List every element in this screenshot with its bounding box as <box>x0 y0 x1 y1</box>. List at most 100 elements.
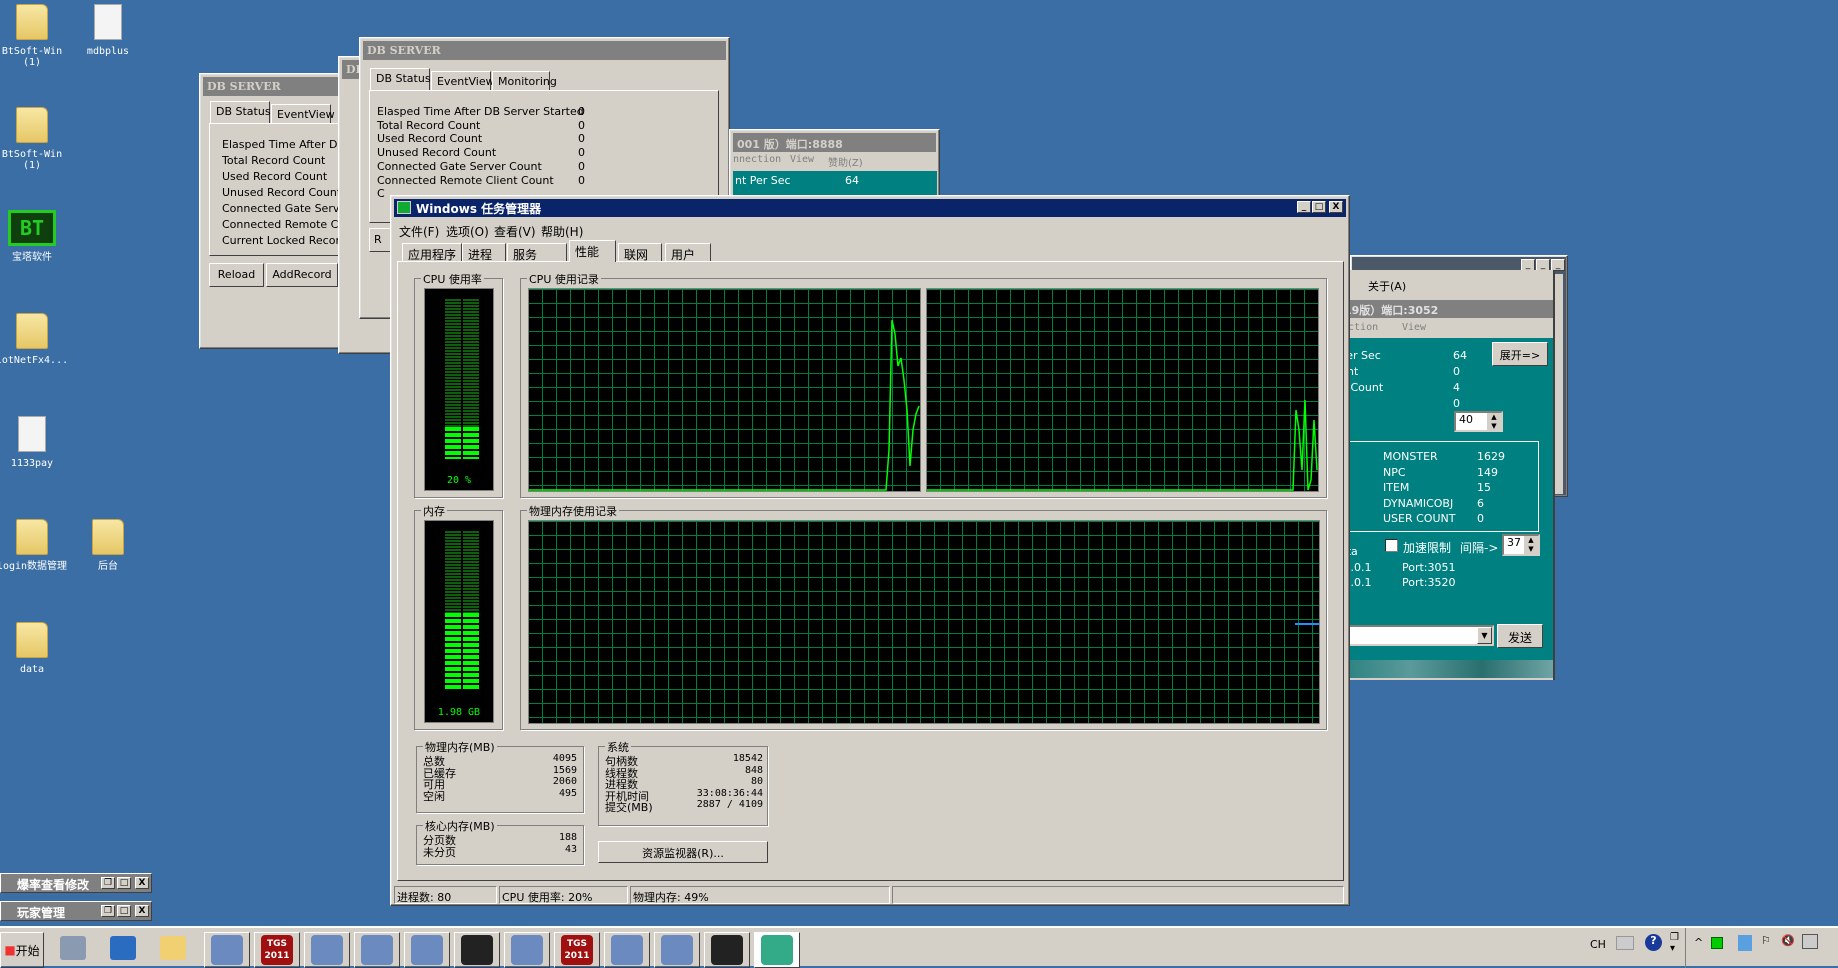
desktop-icon-label: BtSoft-Win (1) <box>1 46 63 68</box>
start-button[interactable]: ■ 开始 <box>0 932 44 968</box>
db-server-window-back[interactable]: DB SERVER DB Status EventView Elasped Ti… <box>199 73 362 349</box>
stat-label: nt Per Sec <box>735 174 791 187</box>
taskbar-button[interactable] <box>704 932 750 968</box>
expand-button[interactable]: 展开=> <box>1492 342 1548 366</box>
restore-button[interactable]: ❐ <box>101 905 115 917</box>
desktop-icon[interactable]: mdbplus <box>70 4 146 57</box>
tab-db-status[interactable]: DB Status <box>370 68 431 90</box>
desktop-icon[interactable]: data <box>0 622 70 675</box>
tab-2[interactable]: 服务 <box>507 243 567 262</box>
taskbar-button[interactable] <box>304 932 350 968</box>
cpu-history-group: CPU 使用记录 <box>520 271 1327 498</box>
desktop-icon-label: 宝塔软件 <box>12 252 52 263</box>
taskbar-button[interactable] <box>654 932 700 968</box>
taskbar-button[interactable] <box>454 932 500 968</box>
group-label: 内存 <box>421 503 447 519</box>
task-manager-window[interactable]: Windows 任务管理器 _ □ X 文件(F) 选项(O) 查看(V) 帮助(H)… <box>390 195 1350 906</box>
tab-db-status[interactable]: DB Status <box>210 101 271 123</box>
desktop-icon[interactable]: BtSoft-Win (1) <box>0 107 70 171</box>
taskbar-button[interactable] <box>504 932 550 968</box>
reload-button[interactable]: Reload <box>209 263 264 287</box>
speed-limit-checkbox[interactable] <box>1385 539 1398 552</box>
server-manager-icon[interactable] <box>60 936 86 960</box>
close-button[interactable]: X <box>135 877 149 889</box>
menu-about[interactable]: 关于(A) <box>1368 278 1406 294</box>
window-title: 19版）端口:3052 <box>1340 300 1553 318</box>
close-button[interactable]: X <box>1329 201 1343 213</box>
tab-5[interactable]: 用户 <box>665 243 711 262</box>
history-series-line <box>529 319 920 491</box>
app-disc-icon <box>211 935 243 965</box>
minimized-window-drop-rate[interactable]: 爆率查看修改 ❐ □ X <box>0 873 152 893</box>
menu-item[interactable]: 文件(F) <box>399 223 439 240</box>
network-icon[interactable] <box>1802 934 1818 949</box>
menu-sponsor[interactable]: 赞助(Z) <box>828 154 863 169</box>
gate-server-window[interactable]: 001 版）端口:8888 nnection View 赞助(Z) nt Per… <box>729 129 940 199</box>
taskbar-button[interactable]: TGS 2011 <box>254 932 300 968</box>
taskbar-button[interactable] <box>604 932 650 968</box>
desktop-icon[interactable]: BtSoft-Win (1) <box>0 4 70 68</box>
dropdown-arrow-icon[interactable]: ▼ <box>1477 627 1492 644</box>
status-memory: 物理内存: 49% <box>630 886 890 904</box>
maximize-button[interactable]: □ <box>117 905 131 917</box>
taskbar-button[interactable] <box>404 932 450 968</box>
action-center-flag-icon[interactable]: ⚐ <box>1761 934 1771 947</box>
command-combobox[interactable]: ▼ <box>1340 625 1494 646</box>
menu-connection[interactable]: nnection <box>733 154 781 165</box>
tgs-2011-icon: TGS 2011 <box>261 935 293 965</box>
rate-spinbox[interactable]: 40 ▲ ▼ <box>1454 411 1503 432</box>
desktop-icon[interactable]: 1133pay <box>0 416 70 469</box>
taskbar-button[interactable]: TGS 2011 <box>554 932 600 968</box>
windows-update-icon[interactable] <box>1738 935 1752 951</box>
menu-view[interactable]: View <box>790 154 814 165</box>
info-value: 43 <box>564 843 577 855</box>
desktop-icon[interactable]: 后台 <box>70 519 146 572</box>
maximize-button[interactable]: □ <box>1312 201 1326 213</box>
status-row-value: 0 <box>578 118 585 132</box>
menu-item[interactable]: 选项(O) <box>446 223 489 240</box>
tab-0[interactable]: 应用程序 <box>402 243 462 262</box>
menu-item[interactable]: 查看(V) <box>494 223 536 240</box>
menu-item[interactable]: 帮助(H) <box>541 223 583 240</box>
restore-langbar-icon[interactable]: ❐ ▾ <box>1670 932 1679 954</box>
resource-monitor-button[interactable]: 资源监视器(R)... <box>598 841 768 863</box>
keyboard-icon[interactable] <box>1616 936 1634 950</box>
tab-3[interactable]: 性能 <box>569 240 616 262</box>
task-manager-cpu-icon[interactable] <box>1711 937 1723 949</box>
tab-eventview[interactable]: EventView <box>431 71 495 90</box>
desktop-icon[interactable]: lotNetFx4... <box>0 313 70 366</box>
help-icon[interactable]: ? <box>1645 934 1662 951</box>
tab-eventview[interactable]: EventView <box>271 104 335 123</box>
taskbar-button[interactable] <box>754 932 800 968</box>
send-button[interactable]: 发送 <box>1497 624 1543 648</box>
maximize-button[interactable]: □ <box>117 877 131 889</box>
minimize-button[interactable]: _ <box>1297 201 1311 213</box>
close-button[interactable]: X <box>135 905 149 917</box>
menu-view[interactable]: View <box>1402 322 1426 333</box>
title-bar[interactable]: Windows 任务管理器 _ □ X <box>394 199 1346 217</box>
restore-button[interactable]: ❐ <box>101 877 115 889</box>
spin-arrows-icon[interactable]: ▲ ▼ <box>1487 413 1501 430</box>
desktop-icon-label: data <box>19 664 45 675</box>
speaker-muted-icon[interactable]: 🔇 <box>1781 934 1795 947</box>
server-window[interactable]: 关于(A) 19版）端口:3052 ection View Per Sec64u… <box>1338 270 1555 680</box>
interval-spinbox[interactable]: 37 ▲ ▼ <box>1502 534 1540 556</box>
memory-value: 1.98 GB <box>437 707 481 718</box>
tab-1[interactable]: 进程 <box>462 243 506 262</box>
tab-monitoring[interactable]: Monitoring <box>492 71 557 90</box>
minimized-window-player-manager[interactable]: 玩家管理 ❐ □ X <box>0 901 152 921</box>
desktop-icon[interactable]: login数据管理 <box>0 519 70 572</box>
taskbar-button[interactable] <box>204 932 250 968</box>
tab-4[interactable]: 联网 <box>618 243 662 262</box>
status-row-label: Connected Gate Server Count <box>377 159 542 173</box>
powershell-icon[interactable] <box>110 936 136 960</box>
language-indicator[interactable]: CH <box>1590 938 1606 951</box>
status-row-value: 0 <box>578 105 585 118</box>
desktop-icon[interactable]: BT 宝塔软件 <box>0 210 70 263</box>
explorer-icon[interactable] <box>160 936 186 960</box>
show-hidden-icons-icon[interactable]: ^ <box>1694 936 1703 949</box>
add-record-button[interactable]: AddRecord <box>266 263 338 287</box>
cpu-usage-meter: 20 % <box>424 288 494 491</box>
taskbar-button[interactable] <box>354 932 400 968</box>
spin-arrows-icon[interactable]: ▲ ▼ <box>1524 536 1538 554</box>
